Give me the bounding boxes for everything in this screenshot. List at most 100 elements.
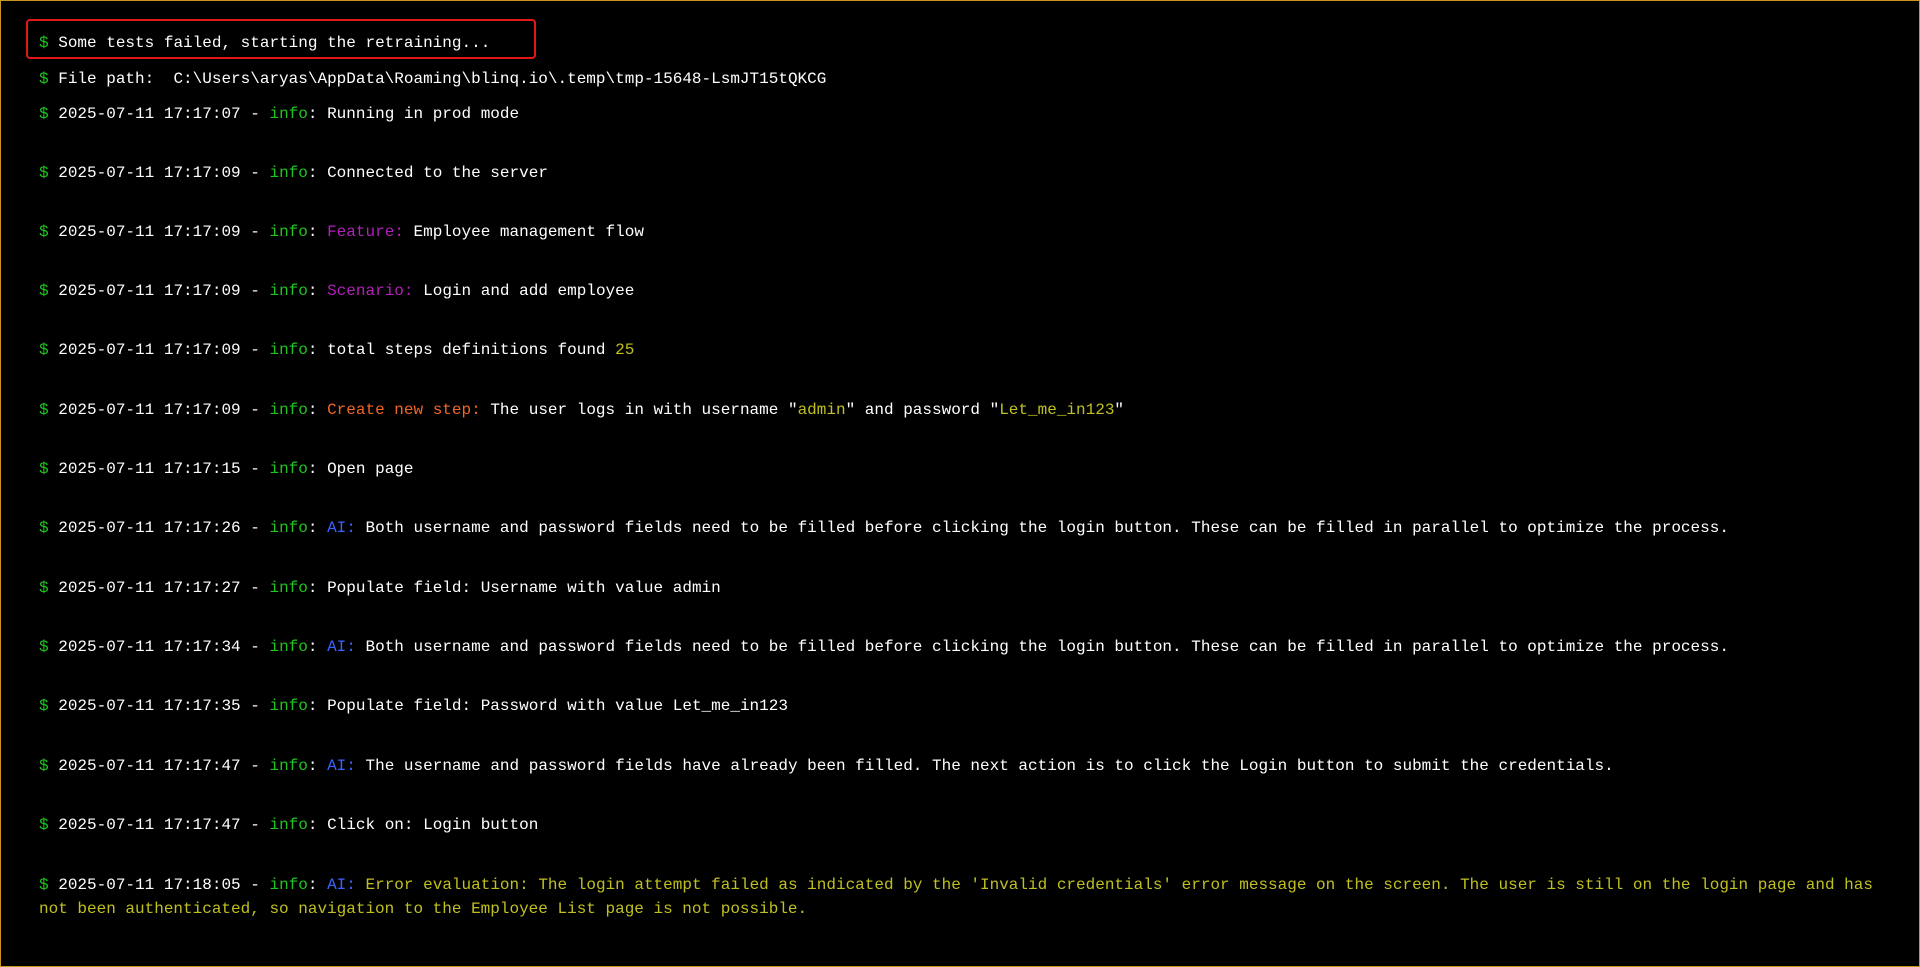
retraining-message-line: $ Some tests failed, starting the retrai… [39,31,1889,55]
log-entry: $ 2025-07-11 17:17:09 - info: Connected … [39,161,1889,185]
terminal-output: $ Some tests failed, starting the retrai… [0,0,1920,967]
log-timestamp: 2025-07-11 17:17:26 [58,519,241,537]
log-timestamp: 2025-07-11 17:17:47 [58,816,241,834]
log-entry: $ 2025-07-11 17:17:15 - info: Open page [39,457,1889,481]
log-colon: : [307,105,328,123]
log-text: Running in prod mode [327,105,520,123]
log-level: info [269,341,308,359]
ai-tag: AI: [327,876,356,894]
log-timestamp: 2025-07-11 17:17:35 [58,697,241,715]
prompt-symbol: $ [39,341,49,359]
log-colon: : [307,697,328,715]
prompt-symbol: $ [39,282,49,300]
log-timestamp: 2025-07-11 17:17:47 [58,757,241,775]
log-timestamp: 2025-07-11 17:17:09 [58,164,241,182]
ai-tag: AI: [327,638,356,656]
ai-tag: AI: [327,757,356,775]
log-timestamp: 2025-07-11 17:17:15 [58,460,241,478]
password-value: Let_me_in123 [999,401,1115,419]
log-level: info [269,757,308,775]
prompt-symbol: $ [39,697,49,715]
log-separator: - [240,519,270,537]
username-value: admin [797,401,846,419]
file-path-label: File path: [58,70,155,88]
log-timestamp: 2025-07-11 17:17:09 [58,341,241,359]
log-entry: $ 2025-07-11 17:17:35 - info: Populate f… [39,694,1889,718]
log-level: info [269,401,308,419]
file-path-value: C:\Users\aryas\AppData\Roaming\blinq.io\… [173,70,827,88]
log-entry: $ 2025-07-11 17:17:26 - info: AI: Both u… [39,516,1889,540]
log-separator: - [240,579,270,597]
create-step-tag: Create new step: [327,401,481,419]
log-colon: : [307,876,328,894]
log-colon: : [307,816,328,834]
log-separator: - [240,876,270,894]
log-timestamp: 2025-07-11 17:18:05 [58,876,241,894]
log-level: info [269,223,308,241]
log-level: info [269,876,308,894]
log-separator: - [240,164,270,182]
log-colon: : [307,579,328,597]
log-separator: - [240,105,270,123]
log-colon: : [307,401,328,419]
prompt-symbol: $ [39,105,49,123]
log-colon: : [307,638,328,656]
log-text: Click on: Login button [327,816,539,834]
log-colon: : [307,519,328,537]
log-text: " and password " [845,401,1000,419]
log-entry: $ 2025-07-11 17:17:27 - info: Populate f… [39,576,1889,600]
log-colon: : [307,164,328,182]
log-timestamp: 2025-07-11 17:17:09 [58,401,241,419]
log-separator: - [240,460,270,478]
log-level: info [269,282,308,300]
log-level: info [269,519,308,537]
log-entry: $ 2025-07-11 17:17:07 - info: Running in… [39,102,1889,126]
log-text: Populate field: Password with value Let_… [327,697,788,715]
log-text: Employee management flow [413,223,644,241]
log-separator: - [240,757,270,775]
log-level: info [269,697,308,715]
log-entry: $ 2025-07-11 17:17:47 - info: Click on: … [39,813,1889,837]
log-colon: : [307,223,328,241]
prompt-symbol: $ [39,401,49,419]
log-text: Connected to the server [327,164,548,182]
prompt-symbol: $ [39,519,49,537]
log-colon: : [307,282,328,300]
log-timestamp: 2025-07-11 17:17:09 [58,282,241,300]
prompt-symbol: $ [39,164,49,182]
log-separator: - [240,282,270,300]
log-text: Both username and password fields need t… [365,519,1729,537]
steps-count: 25 [615,341,635,359]
prompt-symbol: $ [39,223,49,241]
log-entry: $ 2025-07-11 17:17:09 - info: total step… [39,338,1889,362]
log-text: " [1114,401,1125,419]
prompt-symbol: $ [39,70,49,88]
log-entry: $ 2025-07-11 17:17:47 - info: AI: The us… [39,754,1889,778]
log-timestamp: 2025-07-11 17:17:07 [58,105,241,123]
log-colon: : [307,757,328,775]
file-path-line: $ File path: C:\Users\aryas\AppData\Roam… [39,67,1889,91]
log-entry: $ 2025-07-11 17:17:09 - info: Scenario: … [39,279,1889,303]
prompt-symbol: $ [39,579,49,597]
log-timestamp: 2025-07-11 17:17:34 [58,638,241,656]
prompt-symbol: $ [39,757,49,775]
log-level: info [269,816,308,834]
log-timestamp: 2025-07-11 17:17:27 [58,579,241,597]
log-level: info [269,638,308,656]
log-text: Open page [327,460,414,478]
log-level: info [269,460,308,478]
log-entry: $ 2025-07-11 17:17:09 - info: Feature: E… [39,220,1889,244]
log-level: info [269,164,308,182]
log-text: Login and add employee [423,282,635,300]
log-entry: $ 2025-07-11 17:17:09 - info: Create new… [39,398,1889,422]
log-colon: : [307,460,328,478]
feature-tag: Feature: [327,223,404,241]
log-level: info [269,579,308,597]
log-separator: - [240,638,270,656]
scenario-tag: Scenario: [327,282,414,300]
log-text: Populate field: Username with value admi… [327,579,721,597]
log-separator: - [240,401,270,419]
log-colon: : [307,341,328,359]
log-text: Both username and password fields need t… [365,638,1729,656]
log-text: total steps definitions found [327,341,616,359]
